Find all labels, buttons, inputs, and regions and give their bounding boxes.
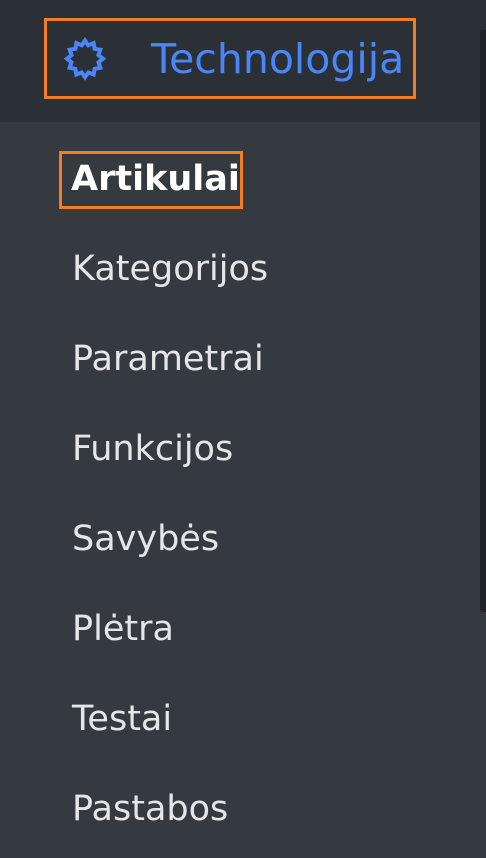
sidebar: Technologija Artikulai Kategorijos Param… [0, 0, 486, 858]
gear-icon [56, 30, 114, 88]
menu-item-artikulai[interactable]: Artikulai [59, 151, 243, 209]
scroll-edge [480, 30, 486, 612]
menu-item-pletra[interactable]: Plėtra [72, 612, 174, 647]
menu-item-pastabos[interactable]: Pastabos [72, 792, 228, 827]
menu-item-parametrai[interactable]: Parametrai [72, 342, 264, 377]
sidebar-header: Technologija [0, 0, 486, 122]
menu-item-savybes[interactable]: Savybės [72, 522, 219, 557]
menu-item-testai[interactable]: Testai [72, 702, 172, 737]
menu-item-funkcijos[interactable]: Funkcijos [72, 432, 233, 467]
menu-item-label: Artikulai [71, 159, 240, 199]
menu-item-kategorijos[interactable]: Kategorijos [72, 252, 268, 287]
section-title-link[interactable]: Technologija [44, 18, 416, 99]
section-title: Technologija [151, 35, 405, 83]
